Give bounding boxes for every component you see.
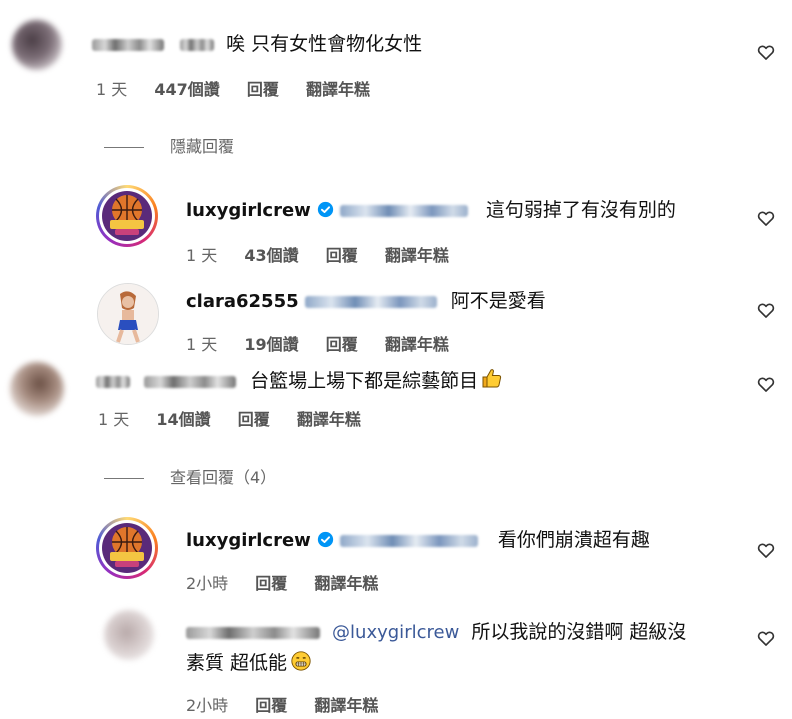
translate-button[interactable]: 翻譯年糕 <box>314 574 378 593</box>
comment-time: 1 天 <box>186 246 218 265</box>
avatar[interactable] <box>97 283 159 345</box>
heart-icon[interactable] <box>756 374 776 394</box>
reply-button[interactable]: 回覆 <box>255 696 287 715</box>
divider-line <box>104 147 144 148</box>
avatar[interactable] <box>12 20 62 70</box>
profile-photo-icon <box>98 284 158 344</box>
reply-button[interactable]: 回覆 <box>326 246 358 265</box>
avatar[interactable] <box>10 362 64 416</box>
username-redacted[interactable] <box>92 38 164 51</box>
mention-redacted[interactable] <box>339 204 468 217</box>
username-redacted <box>180 38 215 51</box>
translate-button[interactable]: 翻譯年糕 <box>385 335 449 354</box>
likes-count[interactable]: 14個讚 <box>156 410 210 429</box>
likes-count[interactable]: 19個讚 <box>244 335 298 354</box>
username-redacted[interactable] <box>186 626 320 639</box>
username[interactable]: luxygirlcrew <box>186 200 311 221</box>
username[interactable]: clara62555 <box>186 291 299 312</box>
translate-button[interactable]: 翻譯年糕 <box>297 410 361 429</box>
comment-text-continued: 素質 超低能 <box>186 652 288 674</box>
comment-item: 台籃場上場下都是綜藝節目 1 天 14個讚 回覆 翻譯年糕 <box>0 356 792 436</box>
comment-text: 阿不是愛看 <box>450 290 546 312</box>
reply-button[interactable]: 回覆 <box>238 410 270 429</box>
toggle-label: 查看回覆（4） <box>170 468 277 487</box>
translate-button[interactable]: 翻譯年糕 <box>306 80 370 99</box>
comment-time: 1 天 <box>96 80 128 99</box>
thumbs-up-icon <box>482 369 502 388</box>
translate-button[interactable]: 翻譯年糕 <box>314 696 378 715</box>
avatar[interactable] <box>104 610 154 660</box>
logo-icon <box>102 523 152 573</box>
username-redacted[interactable] <box>96 375 130 388</box>
username-redacted <box>144 375 237 388</box>
heart-icon[interactable] <box>756 628 776 648</box>
comment-text: 唉 只有女性會物化女性 <box>226 33 423 55</box>
avatar[interactable] <box>96 517 158 579</box>
mention-redacted[interactable] <box>339 534 478 547</box>
verified-badge-icon <box>317 531 333 548</box>
reply-item: clara62555 阿不是愛看 1 天 19個讚 回覆 翻譯年糕 <box>0 278 792 360</box>
reply-item: @luxygirlcrew 所以我說的沒錯啊 超級沒 素質 超低能 2小時 回覆… <box>0 604 792 719</box>
comment-item: 唉 只有女性會物化女性 1 天 447個讚 回覆 翻譯年糕 <box>0 0 792 110</box>
toggle-label: 隱藏回覆 <box>170 137 235 156</box>
comment-time: 2小時 <box>186 574 229 593</box>
grimacing-face-icon <box>291 651 311 671</box>
comment-text: 這句弱掉了有沒有別的 <box>485 199 676 221</box>
reply-item: luxygirlcrew 看你們崩潰超有趣 2小時 回覆 翻譯年糕 <box>0 512 792 600</box>
reply-button[interactable]: 回覆 <box>255 574 287 593</box>
divider-line <box>104 478 144 479</box>
comment-text: 所以我說的沒錯啊 超級沒 <box>471 621 687 643</box>
hide-replies-toggle[interactable]: 隱藏回覆 <box>104 133 234 157</box>
comment-time: 1 天 <box>98 410 130 429</box>
comment-time: 2小時 <box>186 696 229 715</box>
avatar[interactable] <box>96 185 158 247</box>
reply-button[interactable]: 回覆 <box>326 335 358 354</box>
heart-icon[interactable] <box>756 300 776 320</box>
comment-text: 看你們崩潰超有趣 <box>497 529 650 551</box>
verified-badge-icon <box>317 201 333 218</box>
username[interactable]: luxygirlcrew <box>186 530 311 551</box>
heart-icon[interactable] <box>756 42 776 62</box>
logo-icon <box>102 191 152 241</box>
comment-time: 1 天 <box>186 335 218 354</box>
mention-redacted[interactable] <box>304 295 437 308</box>
comment-text: 台籃場上場下都是綜藝節目 <box>250 370 479 392</box>
view-replies-toggle[interactable]: 查看回覆（4） <box>104 464 276 488</box>
heart-icon[interactable] <box>756 208 776 228</box>
translate-button[interactable]: 翻譯年糕 <box>385 246 449 265</box>
heart-icon[interactable] <box>756 540 776 560</box>
mention-link[interactable]: @luxygirlcrew <box>332 622 459 643</box>
reply-item: luxygirlcrew 這句弱掉了有沒有別的 1 天 43個讚 回覆 翻譯年糕 <box>0 180 792 270</box>
reply-button[interactable]: 回覆 <box>247 80 279 99</box>
likes-count[interactable]: 447個讚 <box>154 80 219 99</box>
likes-count[interactable]: 43個讚 <box>244 246 298 265</box>
